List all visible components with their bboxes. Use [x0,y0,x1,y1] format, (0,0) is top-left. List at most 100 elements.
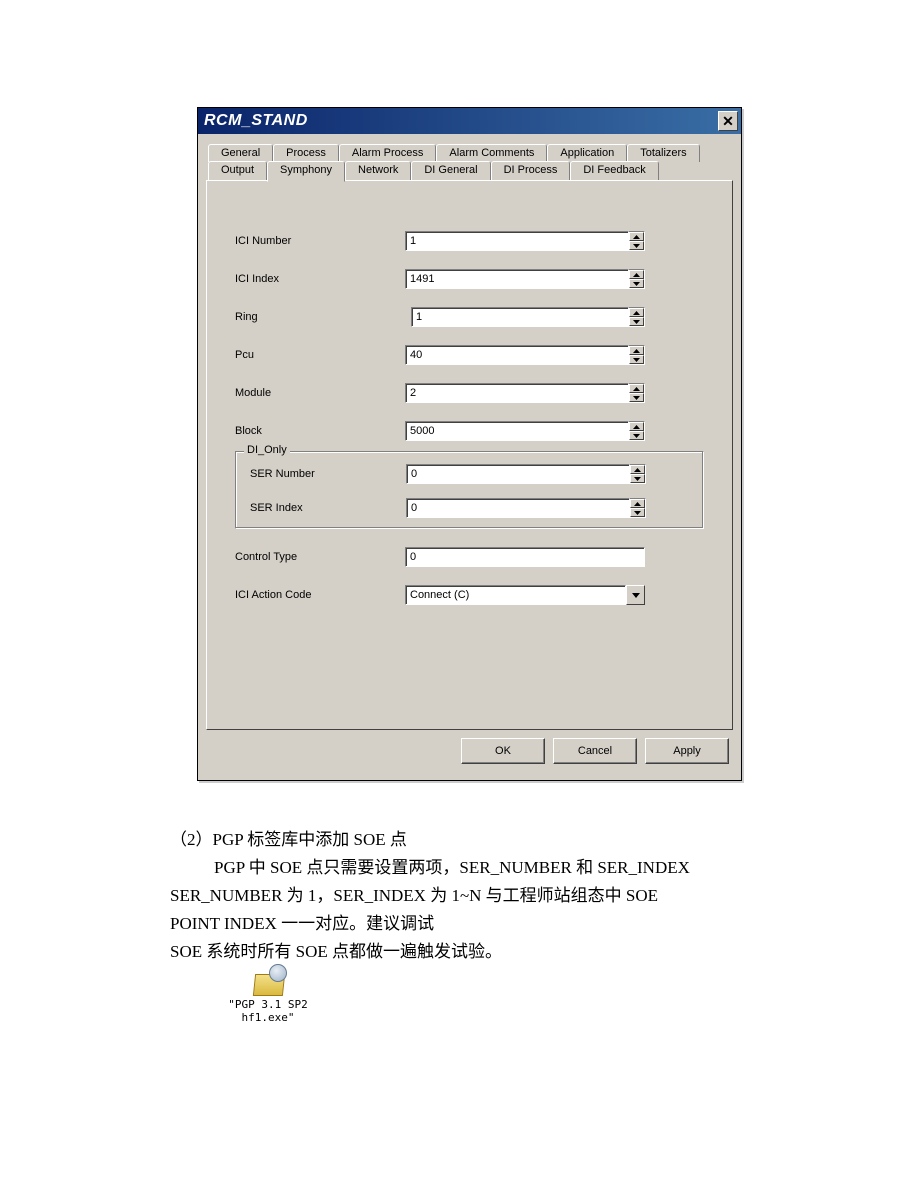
doc-line-4: POINT INDEX 一一对应。建议调试 [170,910,750,938]
label-ici-index: ICI Index [235,273,405,285]
block-spin-down[interactable] [629,431,644,440]
tab-output[interactable]: Output [208,161,267,180]
label-ici-action-code: ICI Action Code [235,589,405,601]
block-spin-up[interactable] [629,422,644,431]
chevron-up-icon [633,311,640,315]
input-ser-index[interactable]: 0 [406,498,630,518]
chevron-up-icon [633,349,640,353]
doc-line-3: SER_NUMBER 为 1，SER_INDEX 为 1~N 与工程师站组态中 … [170,882,750,910]
title-bar: RCM_STAND ✕ [198,108,741,134]
chevron-down-icon [633,320,640,324]
pcu-spin-down[interactable] [629,355,644,364]
cancel-button[interactable]: Cancel [553,738,637,764]
ici-action-dropdown-button[interactable] [626,585,645,605]
input-module[interactable]: 2 [405,383,629,403]
window-title: RCM_STAND [204,112,308,130]
document-text: （2）PGP 标签库中添加 SOE 点 PGP 中 SOE 点只需要设置两项，S… [170,826,750,966]
tab-alarm-comments[interactable]: Alarm Comments [436,144,547,162]
dialog-buttons: OK Cancel Apply [206,730,733,764]
row-block: Block 5000 [235,421,704,441]
tab-di-feedback[interactable]: DI Feedback [570,161,658,180]
exe-package-icon [251,966,285,996]
input-block[interactable]: 5000 [405,421,629,441]
chevron-down-icon [632,593,640,598]
label-module: Module [235,387,405,399]
tab-general[interactable]: General [208,144,273,162]
input-ring[interactable]: 1 [411,307,629,327]
ring-spin-up[interactable] [629,308,644,317]
chevron-down-icon [633,244,640,248]
tab-symphony[interactable]: Symphony [267,161,345,182]
chevron-down-icon [633,396,640,400]
legend-di-only: DI_Only [244,444,290,456]
chevron-up-icon [633,235,640,239]
row-ring: Ring 1 [235,307,704,327]
ici-index-spin-down[interactable] [629,279,644,288]
label-ser-number: SER Number [250,468,406,480]
input-ici-number[interactable]: 1 [405,231,629,251]
chevron-down-icon [634,477,641,481]
chevron-up-icon [633,387,640,391]
tab-network[interactable]: Network [345,161,411,180]
close-button[interactable]: ✕ [718,111,738,131]
embedded-file-caption-2: hf1.exe" [228,1011,308,1024]
input-ser-number[interactable]: 0 [406,464,630,484]
doc-line-5: SOE 系统时所有 SOE 点都做一遍触发试验。 [170,938,750,966]
tab-process[interactable]: Process [273,144,339,162]
chevron-down-icon [633,282,640,286]
label-block: Block [235,425,405,437]
row-control-type: Control Type 0 [235,547,704,567]
ici-number-spin-up[interactable] [629,232,644,241]
label-ring: Ring [235,311,405,323]
row-ici-number: ICI Number 1 [235,231,704,251]
chevron-up-icon [634,502,641,506]
ici-index-spin-up[interactable] [629,270,644,279]
embedded-file-caption-1: "PGP 3.1 SP2 [228,998,308,1011]
row-pcu: Pcu 40 [235,345,704,365]
chevron-up-icon [634,468,641,472]
embedded-file-object[interactable]: "PGP 3.1 SP2 hf1.exe" [228,966,308,1024]
label-control-type: Control Type [235,551,405,563]
ser-number-spin-down[interactable] [630,474,645,483]
label-ici-number: ICI Number [235,235,405,247]
tab-di-process[interactable]: DI Process [491,161,571,180]
input-ici-index[interactable]: 1491 [405,269,629,289]
close-icon: ✕ [722,113,734,130]
tab-alarm-process[interactable]: Alarm Process [339,144,437,162]
ok-button[interactable]: OK [461,738,545,764]
ser-index-spin-down[interactable] [630,508,645,517]
row-module: Module 2 [235,383,704,403]
row-ici-action-code: ICI Action Code Connect (C) [235,585,704,605]
dialog-window: RCM_STAND ✕ General Process Alarm Proces… [197,107,742,781]
ser-index-spin-up[interactable] [630,499,645,508]
input-pcu[interactable]: 40 [405,345,629,365]
module-spin-down[interactable] [629,393,644,402]
chevron-up-icon [633,425,640,429]
chevron-down-icon [633,434,640,438]
tab-di-general[interactable]: DI General [411,161,490,180]
tab-row-front: Output Symphony Network DI General DI Pr… [208,161,733,180]
input-control-type[interactable]: 0 [405,547,645,567]
tab-totalizers[interactable]: Totalizers [627,144,699,162]
ici-number-spin-down[interactable] [629,241,644,250]
doc-line-1: （2）PGP 标签库中添加 SOE 点 [170,826,750,854]
tab-row-back: General Process Alarm Process Alarm Comm… [208,144,733,162]
tab-application[interactable]: Application [547,144,627,162]
group-di-only: DI_Only SER Number 0 [235,451,704,529]
tab-page-symphony: ICI Number 1 ICI Index [206,180,733,730]
row-ser-number: SER Number 0 [250,464,689,484]
apply-button[interactable]: Apply [645,738,729,764]
row-ser-index: SER Index 0 [250,498,689,518]
label-pcu: Pcu [235,349,405,361]
ring-spin-down[interactable] [629,317,644,326]
tab-control: General Process Alarm Process Alarm Comm… [206,144,733,730]
label-ser-index: SER Index [250,502,406,514]
chevron-down-icon [634,511,641,515]
chevron-up-icon [633,273,640,277]
select-ici-action-code[interactable]: Connect (C) [405,585,626,605]
pcu-spin-up[interactable] [629,346,644,355]
module-spin-up[interactable] [629,384,644,393]
doc-line-2: PGP 中 SOE 点只需要设置两项，SER_NUMBER 和 SER_INDE… [170,854,750,882]
ser-number-spin-up[interactable] [630,465,645,474]
chevron-down-icon [633,358,640,362]
